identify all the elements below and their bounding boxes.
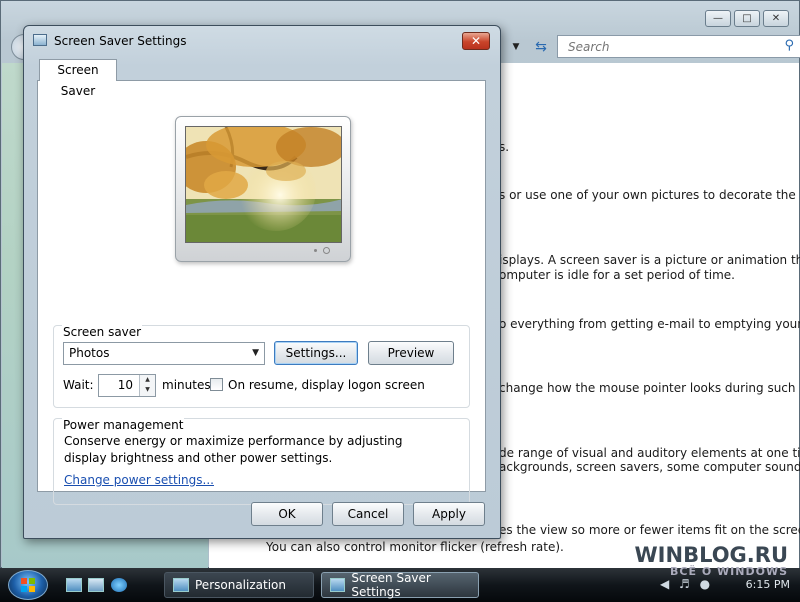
refresh-icon[interactable]: ⇆ bbox=[529, 37, 553, 57]
wait-minutes-stepper[interactable]: 10 ▲ ▼ bbox=[98, 374, 156, 397]
apply-button[interactable]: Apply bbox=[413, 502, 485, 526]
content-line: omputer is idle for a set period of time… bbox=[499, 268, 735, 282]
dialog-title: Screen Saver Settings bbox=[54, 34, 187, 48]
taskbar-item-label: Screen Saver Settings bbox=[351, 571, 431, 599]
resume-logon-label[interactable]: On resume, display logon screen bbox=[228, 378, 425, 392]
windows-logo-icon bbox=[21, 578, 35, 592]
cancel-button[interactable]: Cancel bbox=[332, 502, 404, 526]
stepper-arrows[interactable]: ▲ ▼ bbox=[139, 375, 155, 396]
chevron-down-icon: ▼ bbox=[252, 348, 259, 358]
monitor-icon bbox=[330, 578, 346, 592]
content-line: s or use one of your own pictures to dec… bbox=[499, 188, 796, 202]
clock[interactable]: 6:15 PM bbox=[746, 578, 790, 591]
power-description: Conserve energy or maximize performance … bbox=[64, 434, 403, 465]
monitor-icon bbox=[33, 34, 47, 46]
screen-saver-group: Screen saver Photos ▼ Settings... Previe… bbox=[53, 325, 470, 408]
minimize-icon: — bbox=[713, 13, 723, 24]
autumn-tree-photo bbox=[186, 127, 341, 242]
content-line: es the view so more or fewer items fit o… bbox=[499, 523, 800, 537]
close-icon: ✕ bbox=[771, 13, 781, 24]
monitor-indicator bbox=[314, 249, 317, 252]
ok-button[interactable]: OK bbox=[251, 502, 323, 526]
search-icon[interactable]: ⚲ bbox=[784, 38, 794, 53]
content-line: ackgrounds, screen savers, some computer… bbox=[499, 460, 800, 474]
wait-value[interactable]: 10 bbox=[118, 378, 133, 392]
switch-windows-icon[interactable] bbox=[88, 578, 104, 592]
system-tray: WINBLOG.RU ВСЁ О WINDOWS ◀ ♬ ● 6:15 PM bbox=[635, 545, 800, 599]
watermark-sub: ВСЁ О WINDOWS bbox=[670, 565, 788, 578]
preview-button[interactable]: Preview bbox=[368, 341, 454, 365]
minimize-button[interactable]: — bbox=[705, 10, 731, 27]
resume-logon-checkbox[interactable] bbox=[210, 378, 223, 391]
close-icon: ✕ bbox=[470, 34, 482, 48]
chevron-up-icon[interactable]: ▲ bbox=[140, 375, 155, 385]
dialog-close-button[interactable]: ✕ bbox=[462, 32, 490, 50]
maximize-button[interactable]: □ bbox=[734, 10, 760, 27]
chevron-down-icon[interactable]: ▼ bbox=[140, 385, 155, 395]
content-line: o everything from getting e-mail to empt… bbox=[499, 317, 800, 331]
settings-button[interactable]: Settings... bbox=[274, 341, 358, 365]
close-button[interactable]: ✕ bbox=[763, 10, 789, 27]
photo-preview-image bbox=[185, 126, 342, 243]
tab-screen-saver[interactable]: Screen Saver bbox=[39, 59, 117, 98]
search-box[interactable]: ⚲ bbox=[557, 35, 800, 58]
monitor-preview bbox=[175, 116, 351, 262]
maximize-icon: □ bbox=[742, 13, 752, 24]
address-dropdown-icon[interactable]: ▼ bbox=[507, 37, 525, 57]
taskbar: Personalization Screen Saver Settings WI… bbox=[0, 545, 800, 602]
watermark-logo: WINBLOG.RU ВСЁ О WINDOWS bbox=[634, 543, 788, 578]
minutes-label: minutes bbox=[162, 378, 211, 392]
window-caption-buttons: — □ ✕ bbox=[705, 10, 789, 27]
selected-screen-saver: Photos bbox=[69, 346, 110, 360]
content-line: You can also control monitor flicker (re… bbox=[266, 540, 564, 554]
content-line: change how the mouse pointer looks durin… bbox=[499, 381, 796, 395]
change-power-settings-link[interactable]: Change power settings... bbox=[64, 473, 214, 487]
power-management-group: Power management Conserve energy or maxi… bbox=[53, 418, 470, 505]
group-title: Power management bbox=[62, 418, 185, 432]
tab-panel: Screen saver Photos ▼ Settings... Previe… bbox=[37, 80, 486, 505]
tray-icons[interactable]: ◀ ♬ ● bbox=[660, 577, 713, 591]
watermark-main: WINBLOG.RU bbox=[634, 543, 788, 567]
internet-explorer-icon[interactable] bbox=[111, 578, 127, 592]
show-desktop-icon[interactable] bbox=[66, 578, 82, 592]
content-line: de range of visual and auditory elements… bbox=[499, 446, 800, 460]
power-button-icon bbox=[323, 247, 330, 254]
search-input[interactable] bbox=[566, 37, 776, 57]
taskbar-item-personalization[interactable]: Personalization bbox=[164, 572, 314, 598]
start-button[interactable] bbox=[8, 570, 48, 600]
screen-saver-select[interactable]: Photos ▼ bbox=[63, 342, 265, 365]
control-panel-icon bbox=[173, 578, 189, 592]
screen-saver-settings-dialog: Screen Saver Settings ✕ Screen Saver Scr… bbox=[23, 25, 501, 539]
taskbar-item-label: Personalization bbox=[195, 578, 286, 592]
group-title: Screen saver bbox=[62, 325, 143, 339]
content-line: isplays. A screen saver is a picture or … bbox=[499, 253, 800, 267]
taskbar-item-screen-saver-settings[interactable]: Screen Saver Settings bbox=[321, 571, 479, 599]
wait-label: Wait: bbox=[63, 378, 94, 392]
